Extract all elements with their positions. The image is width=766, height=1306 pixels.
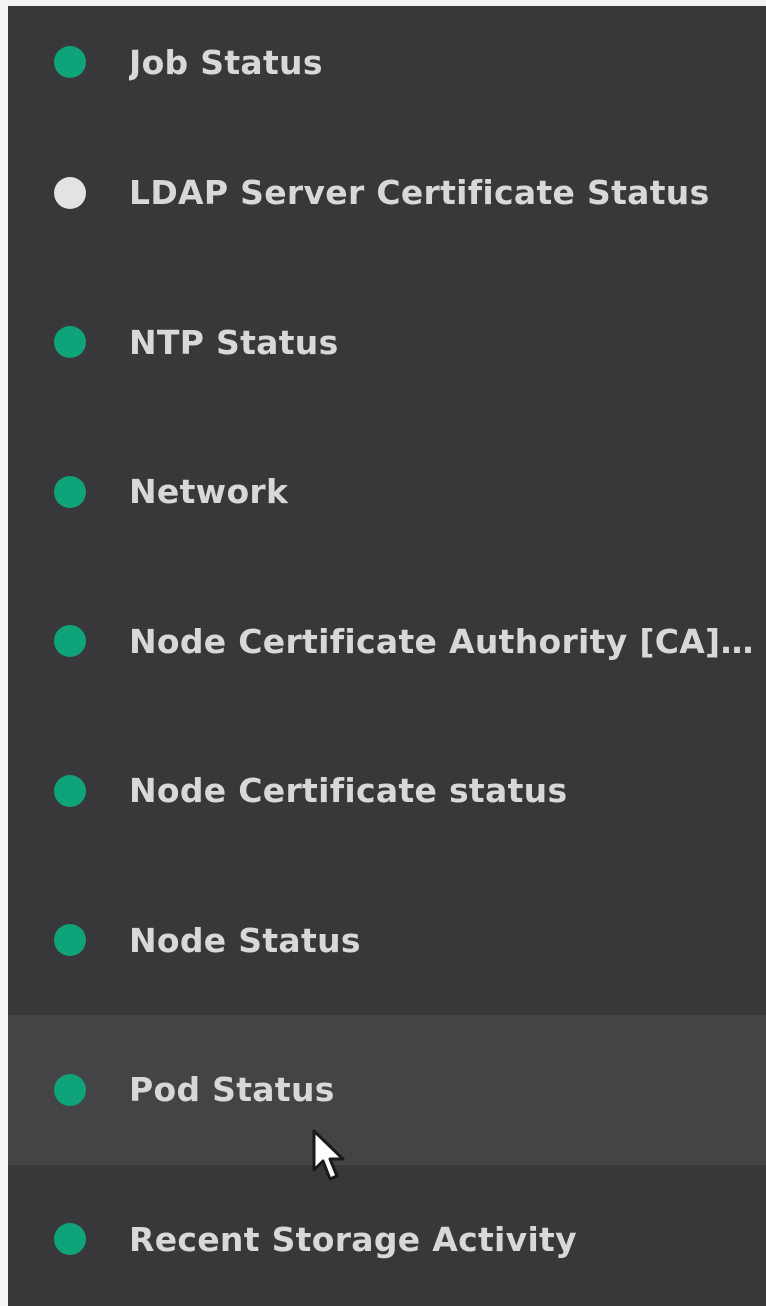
status-item-node-status[interactable]: Node Status	[8, 866, 766, 1016]
status-item-job-status[interactable]: Job Status	[8, 6, 766, 118]
status-item-label: Node Certificate status	[129, 771, 568, 811]
status-item-pod-status[interactable]: Pod Status	[8, 1015, 766, 1165]
status-dot-icon	[54, 625, 86, 658]
status-item-label: LDAP Server Certificate Status	[129, 173, 710, 213]
status-item-node-certificate-authority[interactable]: Node Certificate Authority [CA] …	[8, 567, 766, 717]
status-dot-icon	[54, 1223, 86, 1256]
status-dot-icon	[54, 176, 86, 209]
status-dot-icon	[54, 46, 86, 78]
status-dot-icon	[54, 924, 86, 957]
status-dot-icon	[54, 475, 86, 508]
status-item-label: Recent Storage Activity	[129, 1219, 577, 1259]
status-list: Job Status LDAP Server Certificate Statu…	[8, 6, 766, 1306]
status-item-ldap-server-certificate-status[interactable]: LDAP Server Certificate Status	[8, 118, 766, 268]
status-dot-icon	[54, 326, 86, 359]
status-item-network[interactable]: Network	[8, 417, 766, 567]
status-item-label: NTP Status	[129, 322, 339, 362]
status-item-label: Node Certificate Authority [CA] …	[129, 621, 757, 661]
status-item-recent-storage-activity[interactable]: Recent Storage Activity	[8, 1165, 766, 1306]
status-item-label: Job Status	[129, 42, 323, 82]
status-item-ntp-status[interactable]: NTP Status	[8, 268, 766, 418]
status-panel: Job Status LDAP Server Certificate Statu…	[8, 6, 766, 1306]
status-item-label: Pod Status	[129, 1070, 335, 1110]
mouse-pointer-icon	[312, 1129, 345, 1181]
status-dot-icon	[54, 774, 86, 807]
status-item-label: Node Status	[129, 920, 361, 960]
status-item-node-certificate-status[interactable]: Node Certificate status	[8, 716, 766, 866]
status-dot-icon	[54, 1073, 86, 1106]
status-item-label: Network	[129, 472, 289, 512]
